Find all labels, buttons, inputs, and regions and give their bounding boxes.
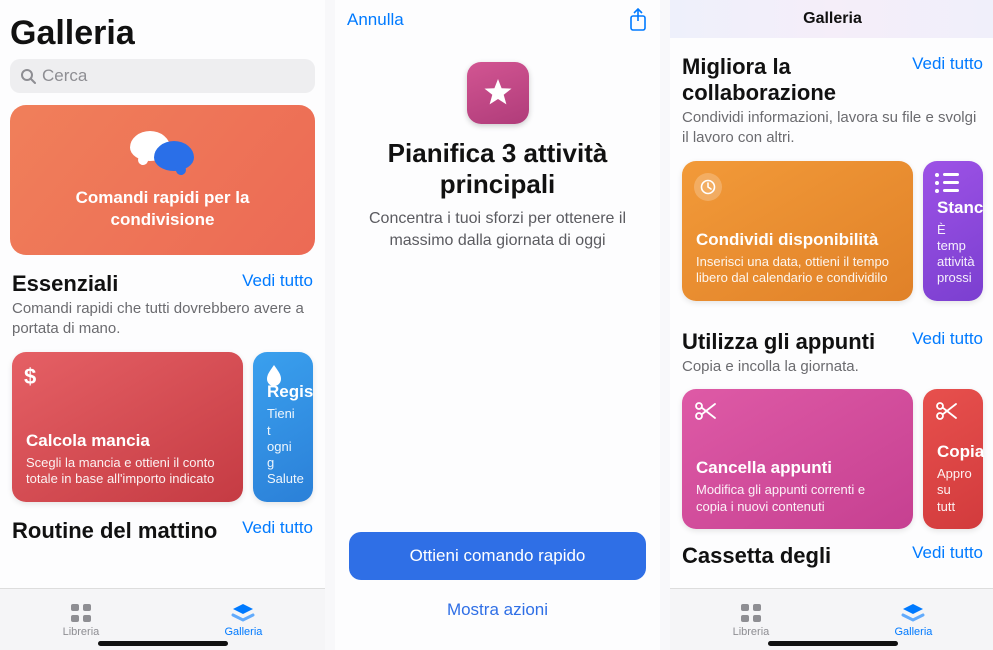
- cancel-button[interactable]: Annulla: [347, 10, 404, 30]
- tab-label: Galleria: [894, 626, 932, 638]
- section-title-essenziali: Essenziali: [12, 271, 118, 297]
- card-desc: Appro su tutt: [937, 466, 969, 515]
- see-all-routine[interactable]: Vedi tutto: [242, 518, 313, 538]
- tab-galleria[interactable]: Galleria: [894, 602, 932, 638]
- card-desc: È temp attività prossi: [937, 222, 969, 287]
- card-desc: Tieni t ogni g Salute: [267, 406, 299, 487]
- search-placeholder: Cerca: [42, 66, 87, 86]
- card-desc: Scegli la mancia e ottieni il conto tota…: [26, 455, 229, 488]
- scissors-icon: [694, 401, 716, 421]
- show-actions-link[interactable]: Mostra azioni: [335, 600, 660, 620]
- section-sub-appunti: Copia e incolla la giornata.: [670, 357, 993, 377]
- card-standup[interactable]: Stanc È temp attività prossi: [923, 161, 983, 301]
- see-all-collab[interactable]: Vedi tutto: [912, 54, 983, 74]
- card-desc: Modifica gli appunti correnti e copia i …: [696, 482, 899, 515]
- hero-title: Comandi rapidi per la condivisione: [30, 187, 295, 231]
- shortcut-subtitle: Concentra i tuoi sforzi per ottenere il …: [335, 200, 660, 251]
- clock-icon: [694, 173, 722, 201]
- dollar-icon: $: [24, 364, 36, 390]
- card-title: Calcola mancia: [26, 431, 229, 451]
- see-all-essenziali[interactable]: Vedi tutto: [242, 271, 313, 291]
- tab-galleria[interactable]: Galleria: [224, 602, 262, 638]
- share-icon[interactable]: [628, 8, 648, 32]
- home-indicator[interactable]: [98, 641, 228, 646]
- section-sub-essenziali: Comandi rapidi che tutti dovrebbero aver…: [0, 299, 325, 340]
- section-title-routine: Routine del mattino: [12, 518, 217, 544]
- section-sub-collab: Condividi informazioni, lavora su file e…: [670, 108, 993, 149]
- search-input[interactable]: Cerca: [10, 59, 315, 93]
- card-title: Condividi disponibilità: [696, 230, 899, 250]
- scissors-icon: [935, 401, 957, 421]
- shortcut-app-icon: [467, 62, 529, 124]
- section-title-collab: Migliora la collaborazione: [682, 54, 836, 106]
- tab-label: Galleria: [224, 626, 262, 638]
- card-title: Cancella appunti: [696, 458, 899, 478]
- card-title: Copia: [937, 442, 969, 462]
- card-title: Stanc: [937, 198, 969, 218]
- hero-card-sharing[interactable]: Comandi rapidi per la condivisione: [10, 105, 315, 255]
- search-icon: [20, 68, 36, 84]
- star-icon: [482, 77, 514, 109]
- list-icon: [935, 173, 959, 193]
- see-all-cassetta[interactable]: Vedi tutto: [912, 543, 983, 563]
- stack-icon: [900, 602, 926, 624]
- home-indicator[interactable]: [768, 641, 898, 646]
- nav-title: Galleria: [670, 0, 993, 38]
- stack-icon: [230, 602, 256, 624]
- tab-libreria[interactable]: Libreria: [63, 602, 100, 638]
- page-title: Galleria: [0, 0, 325, 59]
- tab-libreria[interactable]: Libreria: [733, 602, 770, 638]
- shortcut-title: Pianifica 3 attività principali: [335, 138, 660, 200]
- card-calcola-mancia[interactable]: $ Calcola mancia Scegli la mancia e otti…: [12, 352, 243, 502]
- grid-icon: [68, 602, 94, 624]
- tab-label: Libreria: [733, 626, 770, 638]
- card-cancella-appunti[interactable]: Cancella appunti Modifica gli appunti co…: [682, 389, 913, 529]
- chat-bubbles-icon: [128, 129, 198, 179]
- tab-label: Libreria: [63, 626, 100, 638]
- card-condividi-disponibilita[interactable]: Condividi disponibilità Inserisci una da…: [682, 161, 913, 301]
- card-registra[interactable]: Regis Tieni t ogni g Salute: [253, 352, 313, 502]
- section-title-cassetta: Cassetta degli: [682, 543, 831, 569]
- grid-icon: [738, 602, 764, 624]
- see-all-appunti[interactable]: Vedi tutto: [912, 329, 983, 349]
- water-drop-icon: [265, 364, 283, 386]
- card-copia[interactable]: Copia Appro su tutt: [923, 389, 983, 529]
- section-title-appunti: Utilizza gli appunti: [682, 329, 875, 355]
- get-shortcut-button[interactable]: Ottieni comando rapido: [349, 532, 646, 580]
- card-desc: Inserisci una data, ottieni il tempo lib…: [696, 254, 899, 287]
